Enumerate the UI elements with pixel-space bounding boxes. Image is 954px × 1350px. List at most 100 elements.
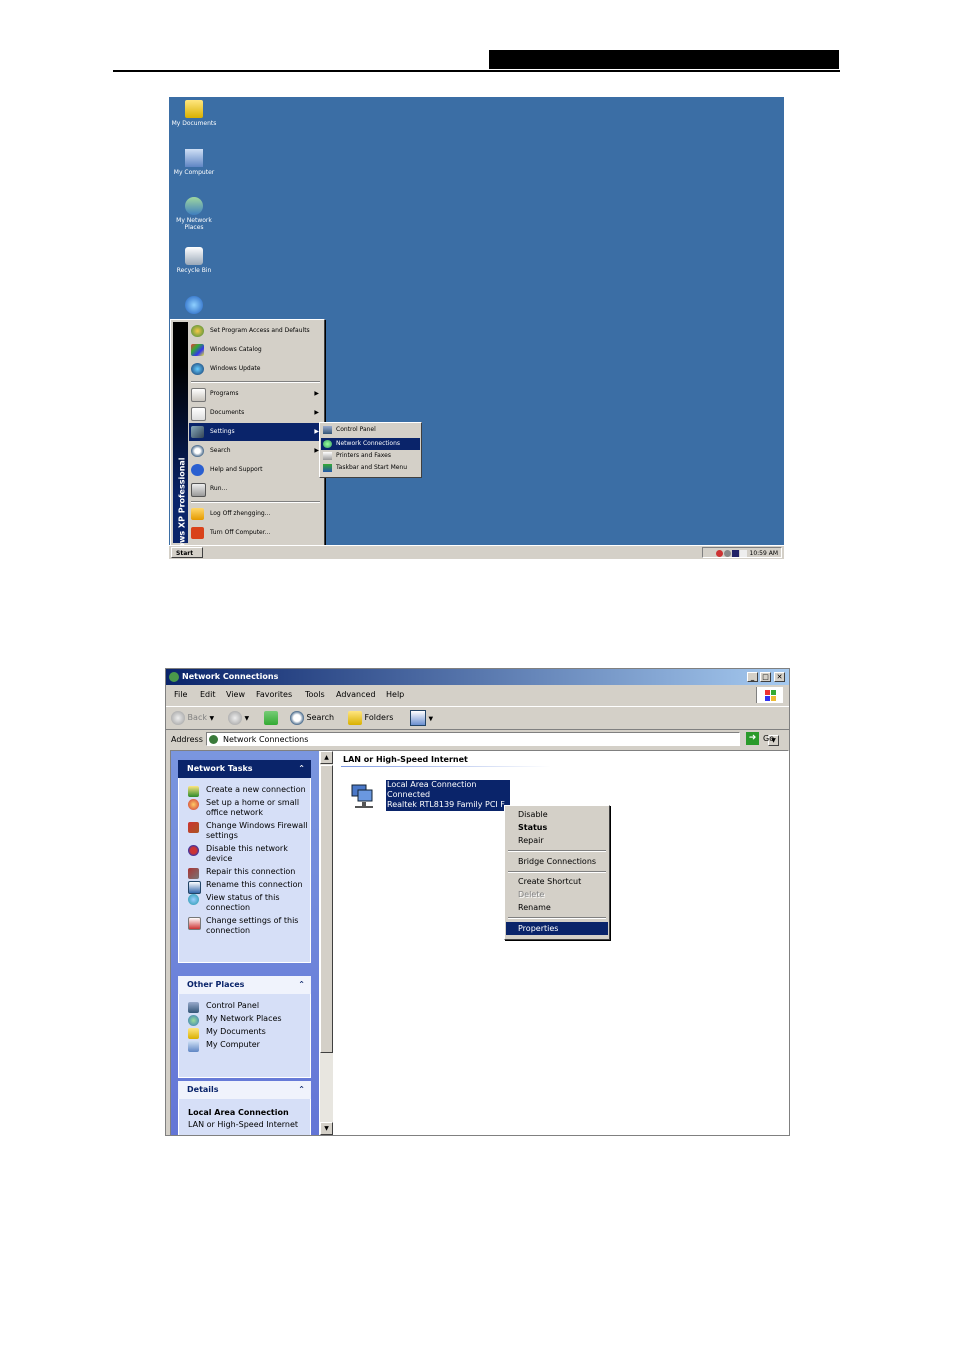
header-rule	[113, 70, 840, 72]
control-panel-icon	[323, 426, 332, 434]
collapse-icon[interactable]: ⌃	[298, 1081, 305, 1099]
go-button[interactable]: ➜ Go	[746, 732, 774, 746]
collapse-icon[interactable]: ⌃	[298, 760, 305, 778]
task-firewall[interactable]: Change Windows Firewall settings	[179, 821, 310, 841]
search-icon	[290, 710, 304, 725]
task-create-connection[interactable]: Create a new connection	[179, 785, 310, 797]
folders-button[interactable]: Folders	[348, 710, 393, 726]
run-icon	[191, 483, 206, 497]
ctx-rename[interactable]: Rename	[506, 901, 608, 914]
place-my-network-places[interactable]: My Network Places	[179, 1014, 310, 1026]
other-places-header[interactable]: Other Places ⌃	[178, 976, 311, 994]
group-divider	[341, 766, 551, 767]
menu-tools[interactable]: Tools	[305, 687, 325, 703]
forward-arrow-icon	[228, 710, 242, 725]
up-folder-icon	[264, 710, 278, 725]
desktop-icon-my-network-places[interactable]: My Network Places	[169, 197, 219, 231]
start-item-set-program-access[interactable]: Set Program Access and Defaults	[189, 322, 322, 340]
views-button[interactable]: ▼	[410, 710, 433, 726]
start-item-windows-update[interactable]: Windows Update	[189, 360, 322, 378]
collapse-icon[interactable]: ⌃	[298, 976, 305, 994]
network-connections-icon	[209, 735, 218, 744]
task-pane: Network Tasks ⌃ Create a new connection S…	[171, 751, 319, 1135]
menu-help[interactable]: Help	[386, 687, 404, 703]
scroll-down-button[interactable]: ▼	[320, 1122, 333, 1135]
maximize-button[interactable]: □	[760, 672, 771, 682]
network-tasks-header[interactable]: Network Tasks ⌃	[178, 760, 311, 778]
details-panel: Details ⌃ Local Area Connection LAN or Hi…	[178, 1081, 311, 1135]
start-item-turn-off[interactable]: Turn Off Computer...	[189, 524, 322, 542]
start-item-programs[interactable]: Programs ▶	[189, 385, 322, 403]
submenu-item-control-panel[interactable]: Control Panel	[321, 424, 420, 436]
place-control-panel[interactable]: Control Panel	[179, 1001, 310, 1013]
task-rename[interactable]: Rename this connection	[179, 880, 310, 894]
submenu-item-network-connections[interactable]: Network Connections	[321, 438, 420, 450]
start-item-help[interactable]: Help and Support	[189, 461, 322, 479]
details-header[interactable]: Details ⌃	[178, 1081, 311, 1099]
task-repair[interactable]: Repair this connection	[179, 867, 310, 879]
place-my-documents[interactable]: My Documents	[179, 1027, 310, 1039]
task-home-network[interactable]: Set up a home or small office network	[179, 798, 310, 818]
start-item-run[interactable]: Run...	[189, 480, 322, 498]
ctx-create-shortcut[interactable]: Create Shortcut	[506, 875, 608, 888]
menu-bar: File Edit View Favorites Tools Advanced …	[166, 687, 789, 703]
task-pane-scrollbar[interactable]: ▲ ▼	[320, 751, 333, 1135]
ctx-status[interactable]: Status	[506, 821, 608, 834]
details-name: Local Area Connection	[188, 1108, 289, 1117]
search-button[interactable]: Search	[290, 710, 334, 726]
ctx-disable[interactable]: Disable	[506, 808, 608, 821]
monitor-icon[interactable]	[731, 550, 739, 557]
windows-update-icon	[191, 363, 204, 375]
task-view-status[interactable]: View status of this connection	[179, 893, 310, 913]
start-menu: Windows XP Professional Set Program Acce…	[170, 319, 325, 559]
menu-file[interactable]: File	[174, 687, 187, 703]
back-button[interactable]: Back ▼	[171, 710, 214, 726]
connection-status: Connected	[387, 790, 431, 799]
desktop-icon-recycle-bin[interactable]: Recycle Bin	[169, 247, 219, 274]
desktop-icon-internet-explorer[interactable]	[169, 296, 219, 316]
scroll-up-button[interactable]: ▲	[320, 751, 333, 764]
menu-favorites[interactable]: Favorites	[256, 687, 292, 703]
start-item-documents[interactable]: Documents ▶	[189, 404, 322, 422]
computer-icon	[188, 1041, 199, 1052]
local-area-connection-icon[interactable]	[349, 781, 379, 811]
home-network-icon	[188, 799, 199, 810]
window-content: Network Tasks ⌃ Create a new connection S…	[170, 750, 789, 1135]
task-disable-device[interactable]: Disable this network device	[179, 844, 310, 864]
desktop-icon-my-computer[interactable]: My Computer	[169, 149, 219, 176]
place-my-computer[interactable]: My Computer	[179, 1040, 310, 1052]
menu-view[interactable]: View	[226, 687, 245, 703]
minimize-button[interactable]: _	[747, 672, 758, 682]
computer-icon	[185, 149, 203, 167]
programs-icon	[191, 388, 206, 402]
network-tray-icon[interactable]	[723, 550, 731, 557]
ctx-properties[interactable]: Properties	[506, 922, 608, 935]
ctx-bridge[interactable]: Bridge Connections	[506, 855, 608, 868]
ctx-repair[interactable]: Repair	[506, 834, 608, 847]
disable-icon	[188, 845, 199, 856]
close-button[interactable]: ✕	[774, 672, 785, 682]
title-bar[interactable]: Network Connections _ □ ✕	[166, 669, 789, 685]
desktop-icon-my-documents[interactable]: My Documents	[169, 100, 219, 127]
back-arrow-icon	[171, 710, 185, 725]
up-button[interactable]	[264, 710, 278, 726]
start-item-log-off[interactable]: Log Off zhengging...	[189, 505, 322, 523]
start-button[interactable]: Start	[171, 547, 203, 558]
security-icon[interactable]	[715, 550, 723, 557]
menu-edit[interactable]: Edit	[200, 687, 216, 703]
address-input[interactable]: Network Connections ▼	[206, 732, 779, 746]
folder-icon	[188, 1028, 199, 1039]
task-change-settings[interactable]: Change settings of this connection	[179, 916, 310, 936]
menu-advanced[interactable]: Advanced	[336, 687, 376, 703]
network-connections-icon	[169, 672, 179, 682]
start-item-search[interactable]: Search ▶	[189, 442, 322, 460]
start-item-settings[interactable]: Settings ▶	[189, 423, 322, 441]
start-item-windows-catalog[interactable]: Windows Catalog	[189, 341, 322, 359]
forward-button[interactable]: ▼	[228, 710, 249, 726]
scroll-thumb[interactable]	[320, 765, 333, 1053]
local-area-connection-item[interactable]: Local Area Connection Connected Realtek …	[386, 780, 510, 811]
volume-icon[interactable]	[739, 550, 747, 557]
submenu-item-printers-faxes[interactable]: Printers and Faxes	[321, 450, 420, 462]
submenu-item-taskbar-start-menu[interactable]: Taskbar and Start Menu	[321, 462, 420, 474]
network-tasks-list: Create a new connection Set up a home or…	[178, 778, 311, 963]
